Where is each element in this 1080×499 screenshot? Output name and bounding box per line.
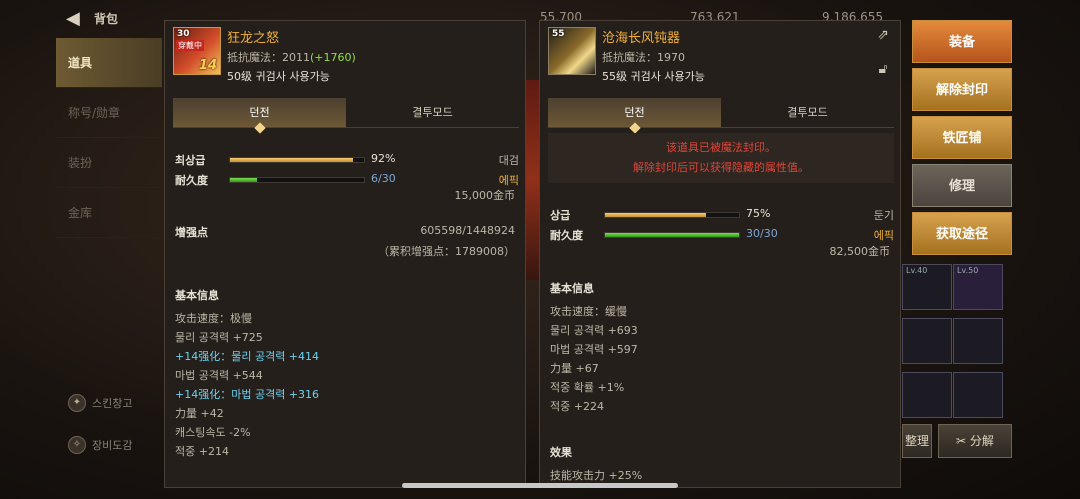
bottom-links: ✦ 스킨창고 ✧ 장비도감 xyxy=(68,392,132,456)
nav-item-avatar[interactable]: 装扮 xyxy=(56,138,162,188)
stat-line: 적중 +214 xyxy=(175,445,229,458)
inventory-slot[interactable]: Lv.40 xyxy=(902,264,952,310)
blacksmith-button[interactable]: 铁匠铺 xyxy=(912,116,1012,159)
tab-dungeon[interactable]: 던전 xyxy=(173,98,346,127)
left-nav: 道具 称号/勋章 装扮 金库 xyxy=(56,38,162,238)
item-price: 82,500金币 xyxy=(829,245,891,258)
stat-line: +14强化：마법 공격력 +316 xyxy=(175,388,320,401)
durability-row: 耐久度 30/30 에픽 xyxy=(550,227,894,242)
tab-pvp[interactable]: 결투모드 xyxy=(346,98,519,127)
stat-line: 攻击速度：缓慢 xyxy=(550,305,627,318)
skin-storage-icon: ✦ xyxy=(68,394,86,412)
grade-row: 상급 75% 둔기 xyxy=(550,207,894,222)
repair-button[interactable]: 修理 xyxy=(912,164,1012,207)
item-requirement: 55级 귀검사 사용가능 xyxy=(602,70,705,83)
mode-tabs: 던전 결투모드 xyxy=(173,98,519,128)
tab-pvp[interactable]: 결투모드 xyxy=(721,98,894,127)
item-resist: 抵抗魔法：2011(+1760) xyxy=(227,51,356,64)
page-title: 背包 xyxy=(94,12,119,26)
item-icon-sword: 30 穿戴中 14 xyxy=(173,27,221,75)
item-icon-blunt: 55 xyxy=(548,27,596,75)
sort-button[interactable]: 整理 xyxy=(902,424,932,458)
item-header: 30 穿戴中 14 狂龙之怒 抵抗魔法：2011(+1760) 50级 귀검사 … xyxy=(165,21,525,87)
tab-dungeon[interactable]: 던전 xyxy=(548,98,721,127)
inventory-slot[interactable] xyxy=(902,372,952,418)
item-resist: 抵抗魔法：1970 xyxy=(602,51,685,64)
scissors-icon: ✂ xyxy=(956,434,970,448)
durability-bar xyxy=(229,177,365,183)
grade-bar xyxy=(604,212,740,218)
stat-line: +14强化：물리 공격력 +414 xyxy=(175,350,320,363)
effect-line: 技能攻击力 +25% xyxy=(550,469,643,482)
stat-line: 물리 공격력 +693 xyxy=(550,324,638,337)
lock-icon[interactable]: 🔓︎ xyxy=(874,61,892,77)
stat-line: 攻击速度：极慢 xyxy=(175,312,252,325)
stat-line: 적중 +224 xyxy=(550,400,604,413)
nav-item-vault[interactable]: 金库 xyxy=(56,188,162,238)
skin-storage-link[interactable]: ✦ 스킨창고 xyxy=(68,392,132,414)
item-name: 沧海长风钝器 xyxy=(602,31,681,46)
home-indicator xyxy=(402,483,678,488)
enhance-value: 605598/1448924 xyxy=(420,224,515,237)
disassemble-button[interactable]: ✂ 分解 xyxy=(938,424,1012,458)
mode-tabs: 던전 결투모드 xyxy=(548,98,894,128)
stat-line: 力量 +42 xyxy=(175,407,224,420)
codex-icon: ✧ xyxy=(68,436,86,454)
share-icon[interactable]: ⇗ xyxy=(874,27,892,43)
inventory-slot[interactable]: Lv.50 xyxy=(953,264,1003,310)
basic-info-title: 基本信息 xyxy=(550,282,594,295)
equip-button[interactable]: 装备 xyxy=(912,20,1012,63)
inventory-slot[interactable] xyxy=(953,318,1003,364)
stat-line: 적중 확률 +1% xyxy=(550,381,625,394)
item-tooltip-equipped: 30 穿戴中 14 狂龙之怒 抵抗魔法：2011(+1760) 50级 귀검사 … xyxy=(164,20,526,488)
enhance-total: （累积增强点：1789008） xyxy=(378,245,515,258)
stat-line: 力量 +67 xyxy=(550,362,599,375)
stat-line: 물리 공격력 +725 xyxy=(175,331,263,344)
sealed-notice: 该道具已被魔法封印。 解除封印后可以获得隐藏的属性值。 xyxy=(548,133,894,183)
equipment-codex-link[interactable]: ✧ 장비도감 xyxy=(68,434,132,456)
stat-line: 마법 공격력 +597 xyxy=(550,343,638,356)
grade-bar xyxy=(229,157,365,163)
effect-title: 效果 xyxy=(550,446,572,459)
item-header: 55 沧海长风钝器 抵抗魔法：1970 55级 귀검사 사용가능 ⇗ 🔓︎ xyxy=(540,21,900,87)
item-name: 狂龙之怒 xyxy=(227,31,280,46)
durability-row: 耐久度 6/30 에픽 xyxy=(175,172,519,187)
enhance-label: 增强点 xyxy=(175,226,208,239)
nav-item-titles[interactable]: 称号/勋章 xyxy=(56,88,162,138)
item-price: 15,000金币 xyxy=(454,189,516,202)
unseal-button[interactable]: 解除封印 xyxy=(912,68,1012,111)
item-requirement: 50级 귀검사 사용가능 xyxy=(227,70,330,83)
inventory-slot[interactable] xyxy=(953,372,1003,418)
obtain-route-button[interactable]: 获取途径 xyxy=(912,212,1012,255)
durability-bar xyxy=(604,232,740,238)
inventory-slot[interactable] xyxy=(902,318,952,364)
stat-line: 마법 공격력 +544 xyxy=(175,369,263,382)
basic-info-title: 基本信息 xyxy=(175,289,219,302)
stat-line: 캐스팅속도 -2% xyxy=(175,426,251,439)
back-arrow-icon[interactable]: ◀ xyxy=(66,8,80,29)
item-tooltip-compare: 55 沧海长风钝器 抵抗魔法：1970 55级 귀검사 사용가능 ⇗ 🔓︎ 던전… xyxy=(539,20,901,488)
grade-row: 최상급 92% 대검 xyxy=(175,152,519,167)
nav-item-items[interactable]: 道具 xyxy=(56,38,162,88)
